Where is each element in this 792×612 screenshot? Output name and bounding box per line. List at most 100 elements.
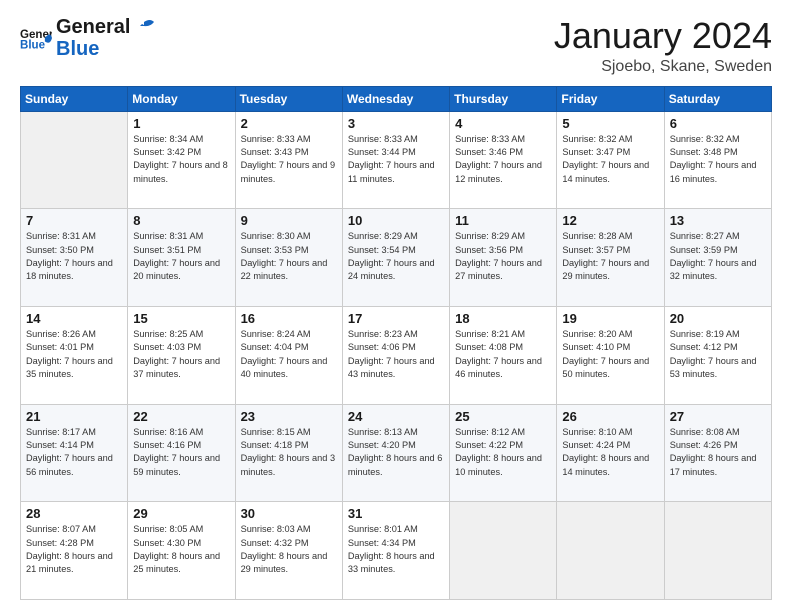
day-number: 13: [670, 213, 766, 228]
calendar-cell: 20Sunrise: 8:19 AMSunset: 4:12 PMDayligh…: [664, 306, 771, 404]
day-number: 28: [26, 506, 122, 521]
calendar-cell: 28 Sunrise: 8:07 AMSunset: 4:28 PMDayligh…: [21, 502, 128, 600]
day-number: 3: [348, 116, 444, 131]
calendar-week-3: 14Sunrise: 8:26 AMSunset: 4:01 PMDayligh…: [21, 306, 772, 404]
main-title: January 2024: [554, 16, 772, 56]
page: General Blue General Blue January 2024 S…: [0, 0, 792, 612]
subtitle: Sjoebo, Skane, Sweden: [554, 58, 772, 76]
calendar-cell: 14Sunrise: 8:26 AMSunset: 4:01 PMDayligh…: [21, 306, 128, 404]
day-number: 9: [241, 213, 337, 228]
calendar-cell: 21 Sunrise: 8:17 AMSunset: 4:14 PMDayligh…: [21, 404, 128, 502]
calendar-cell: 31Sunrise: 8:01 AMSunset: 4:34 PMDayligh…: [342, 502, 449, 600]
day-info: Sunrise: 8:03 AMSunset: 4:32 PMDaylight:…: [241, 523, 337, 576]
day-info: Sunrise: 8:33 AMSunset: 3:44 PMDaylight:…: [348, 133, 444, 186]
day-info: Sunrise: 8:25 AMSunset: 4:03 PMDaylight:…: [133, 328, 229, 381]
day-number: 17: [348, 311, 444, 326]
day-info: Sunrise: 8:29 AMSunset: 3:54 PMDaylight:…: [348, 230, 444, 283]
calendar-header-tuesday: Tuesday: [235, 86, 342, 111]
calendar-cell: 16Sunrise: 8:24 AMSunset: 4:04 PMDayligh…: [235, 306, 342, 404]
calendar-cell: 26 Sunrise: 8:10 AMSunset: 4:24 PMDayligh…: [557, 404, 664, 502]
calendar-week-5: 28 Sunrise: 8:07 AMSunset: 4:28 PMDayligh…: [21, 502, 772, 600]
day-number: 24: [348, 409, 444, 424]
day-number: 19: [562, 311, 658, 326]
day-number: 29: [133, 506, 229, 521]
day-number: 23: [241, 409, 337, 424]
calendar-cell: 10 Sunrise: 8:29 AMSunset: 3:54 PMDayligh…: [342, 209, 449, 307]
calendar-cell: [664, 502, 771, 600]
calendar-header-monday: Monday: [128, 86, 235, 111]
day-number: 21: [26, 409, 122, 424]
calendar-header-row: SundayMondayTuesdayWednesdayThursdayFrid…: [21, 86, 772, 111]
calendar-cell: 25Sunrise: 8:12 AMSunset: 4:22 PMDayligh…: [450, 404, 557, 502]
calendar-cell: 30 Sunrise: 8:03 AMSunset: 4:32 PMDayligh…: [235, 502, 342, 600]
day-info: Sunrise: 8:26 AMSunset: 4:01 PMDaylight:…: [26, 328, 122, 381]
day-info: Sunrise: 8:23 AMSunset: 4:06 PMDaylight:…: [348, 328, 444, 381]
day-number: 2: [241, 116, 337, 131]
day-number: 11: [455, 213, 551, 228]
day-info: Sunrise: 8:34 AMSunset: 3:42 PMDaylight:…: [133, 133, 229, 186]
calendar-cell: 6 Sunrise: 8:32 AMSunset: 3:48 PMDaylight…: [664, 111, 771, 209]
calendar-cell: [21, 111, 128, 209]
calendar-week-2: 7Sunrise: 8:31 AMSunset: 3:50 PMDaylight…: [21, 209, 772, 307]
day-info: Sunrise: 8:31 AMSunset: 3:50 PMDaylight:…: [26, 230, 122, 283]
day-info: Sunrise: 8:33 AMSunset: 3:43 PMDaylight:…: [241, 133, 337, 186]
day-number: 26: [562, 409, 658, 424]
calendar-cell: 4 Sunrise: 8:33 AMSunset: 3:46 PMDaylight…: [450, 111, 557, 209]
day-info: Sunrise: 8:17 AMSunset: 4:14 PMDaylight:…: [26, 426, 122, 479]
day-number: 12: [562, 213, 658, 228]
calendar-cell: [557, 502, 664, 600]
calendar-header-wednesday: Wednesday: [342, 86, 449, 111]
day-number: 15: [133, 311, 229, 326]
logo-icon: General Blue: [20, 22, 52, 54]
calendar-header-friday: Friday: [557, 86, 664, 111]
day-number: 10: [348, 213, 444, 228]
day-info: Sunrise: 8:13 AMSunset: 4:20 PMDaylight:…: [348, 426, 444, 479]
calendar-cell: 15 Sunrise: 8:25 AMSunset: 4:03 PMDayligh…: [128, 306, 235, 404]
calendar-cell: 3 Sunrise: 8:33 AMSunset: 3:44 PMDaylight…: [342, 111, 449, 209]
calendar-header-sunday: Sunday: [21, 86, 128, 111]
calendar-header-saturday: Saturday: [664, 86, 771, 111]
calendar-cell: 7Sunrise: 8:31 AMSunset: 3:50 PMDaylight…: [21, 209, 128, 307]
title-block: January 2024 Sjoebo, Skane, Sweden: [554, 16, 772, 76]
day-number: 16: [241, 311, 337, 326]
calendar-header-thursday: Thursday: [450, 86, 557, 111]
calendar-cell: 5Sunrise: 8:32 AMSunset: 3:47 PMDaylight…: [557, 111, 664, 209]
calendar-cell: 1 Sunrise: 8:34 AMSunset: 3:42 PMDaylight…: [128, 111, 235, 209]
day-info: Sunrise: 8:19 AMSunset: 4:12 PMDaylight:…: [670, 328, 766, 381]
day-number: 4: [455, 116, 551, 131]
calendar-cell: [450, 502, 557, 600]
day-info: Sunrise: 8:33 AMSunset: 3:46 PMDaylight:…: [455, 133, 551, 186]
day-info: Sunrise: 8:20 AMSunset: 4:10 PMDaylight:…: [562, 328, 658, 381]
day-number: 1: [133, 116, 229, 131]
day-number: 27: [670, 409, 766, 424]
day-info: Sunrise: 8:08 AMSunset: 4:26 PMDaylight:…: [670, 426, 766, 479]
logo-general: General: [56, 16, 154, 38]
calendar-cell: 8Sunrise: 8:31 AMSunset: 3:51 PMDaylight…: [128, 209, 235, 307]
calendar-cell: 11 Sunrise: 8:29 AMSunset: 3:56 PMDayligh…: [450, 209, 557, 307]
calendar-cell: 17 Sunrise: 8:23 AMSunset: 4:06 PMDayligh…: [342, 306, 449, 404]
calendar-week-4: 21 Sunrise: 8:17 AMSunset: 4:14 PMDayligh…: [21, 404, 772, 502]
logo: General Blue General Blue: [20, 16, 154, 60]
calendar-week-1: 1 Sunrise: 8:34 AMSunset: 3:42 PMDaylight…: [21, 111, 772, 209]
day-number: 6: [670, 116, 766, 131]
calendar-cell: 19 Sunrise: 8:20 AMSunset: 4:10 PMDayligh…: [557, 306, 664, 404]
day-number: 30: [241, 506, 337, 521]
day-info: Sunrise: 8:32 AMSunset: 3:48 PMDaylight:…: [670, 133, 766, 186]
day-info: Sunrise: 8:32 AMSunset: 3:47 PMDaylight:…: [562, 133, 658, 186]
calendar-cell: 18Sunrise: 8:21 AMSunset: 4:08 PMDayligh…: [450, 306, 557, 404]
svg-text:Blue: Blue: [20, 40, 46, 52]
logo-bird-icon: [132, 18, 154, 36]
logo-blue: Blue: [56, 38, 154, 60]
day-info: Sunrise: 8:10 AMSunset: 4:24 PMDaylight:…: [562, 426, 658, 479]
day-number: 31: [348, 506, 444, 521]
calendar-cell: 23Sunrise: 8:15 AMSunset: 4:18 PMDayligh…: [235, 404, 342, 502]
header: General Blue General Blue January 2024 S…: [20, 16, 772, 76]
day-info: Sunrise: 8:29 AMSunset: 3:56 PMDaylight:…: [455, 230, 551, 283]
calendar-table: SundayMondayTuesdayWednesdayThursdayFrid…: [20, 86, 772, 600]
day-info: Sunrise: 8:07 AMSunset: 4:28 PMDaylight:…: [26, 523, 122, 576]
calendar-cell: 9Sunrise: 8:30 AMSunset: 3:53 PMDaylight…: [235, 209, 342, 307]
calendar-cell: 22Sunrise: 8:16 AMSunset: 4:16 PMDayligh…: [128, 404, 235, 502]
calendar-cell: 24 Sunrise: 8:13 AMSunset: 4:20 PMDayligh…: [342, 404, 449, 502]
calendar-cell: 12Sunrise: 8:28 AMSunset: 3:57 PMDayligh…: [557, 209, 664, 307]
calendar-cell: 27 Sunrise: 8:08 AMSunset: 4:26 PMDayligh…: [664, 404, 771, 502]
